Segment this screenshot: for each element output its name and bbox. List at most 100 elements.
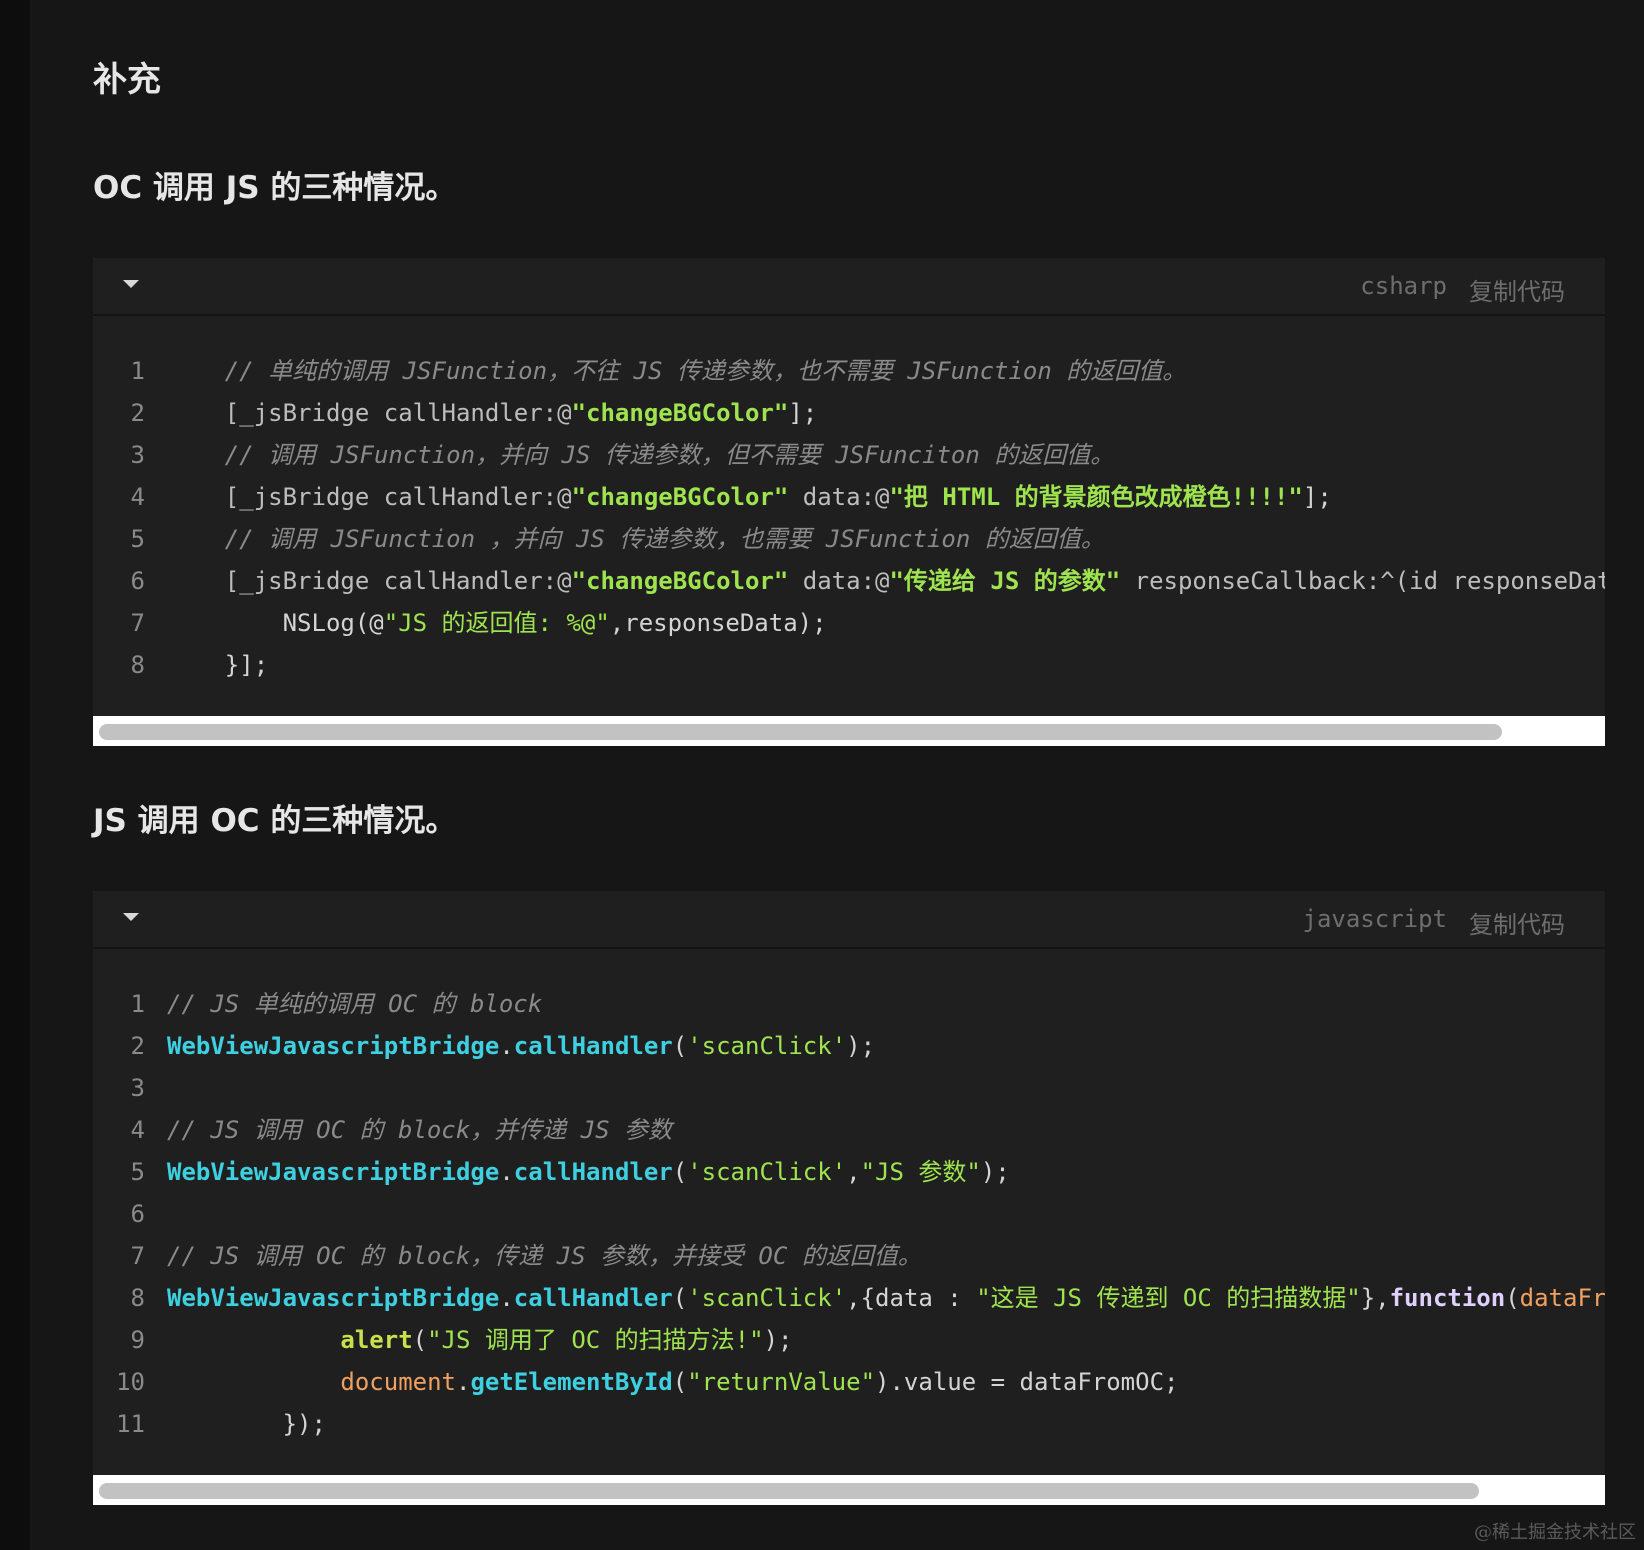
code-token: // 单纯的调用 JSFunction，不往 JS 传递参数，也不需要 JSFu… [167, 357, 1187, 385]
code-line: 2 WebViewJavascriptBridge.callHandler('sc… [93, 1025, 1605, 1067]
code-token: "returnValue" [687, 1368, 876, 1396]
code-token: WebViewJavascriptBridge [167, 1284, 500, 1312]
code-body: 1 // 单纯的调用 JSFunction，不往 JS 传递参数，也不需要 JS… [93, 316, 1605, 686]
line-number: 11 [116, 1410, 145, 1438]
code-token: "JS 参数" [860, 1158, 981, 1186]
code-token: . [455, 1368, 471, 1396]
code-text: WebViewJavascriptBridge.callHandler('sca… [167, 1277, 1605, 1319]
article-page: 补充 OC 调用 JS 的三种情况。 csharp 复制代码 1 // 单纯的调… [30, 0, 1644, 1550]
line-number: 2 [130, 1032, 145, 1060]
code-line: 3 [93, 1067, 1605, 1109]
code-token: alert [340, 1326, 413, 1354]
code-token: // JS 单纯的调用 OC 的 block [167, 990, 543, 1018]
block-heading-oc-js: OC 调用 JS 的三种情况。 [93, 170, 457, 206]
code-text: // JS 单纯的调用 OC 的 block [167, 983, 542, 1025]
line-number: 7 [130, 609, 145, 637]
copy-code-button[interactable]: 复制代码 [1469, 272, 1565, 307]
code-text: [_jsBridge callHandler:@"changeBGColor" … [167, 476, 1332, 518]
line-number: 5 [130, 1158, 145, 1186]
code-block-header: csharp 复制代码 [93, 258, 1605, 316]
code-language-label: javascript [1302, 905, 1448, 933]
code-token: dataFromOC [1519, 1284, 1605, 1312]
line-number: 9 [130, 1326, 145, 1354]
code-line: 1 // JS 单纯的调用 OC 的 block [93, 983, 1605, 1025]
code-token: }, [1360, 1284, 1390, 1312]
code-token: ,responseData); [609, 609, 827, 637]
code-token: [_jsBridge callHandler:@ [167, 399, 572, 427]
code-token: function [1389, 1284, 1506, 1312]
code-token: // 调用 JSFunction，并向 JS 传递参数，但不需要 JSFunci… [167, 441, 1115, 469]
code-line: 5 // 调用 JSFunction ，并向 JS 传递参数，也需要 JSFun… [93, 518, 1605, 560]
code-token: ( [412, 1326, 428, 1354]
code-token: // 调用 JSFunction ，并向 JS 传递参数，也需要 JSFunct… [167, 525, 1105, 553]
code-token: "JS 调用了 OC 的扫描方法!" [427, 1326, 764, 1354]
line-number: 8 [130, 651, 145, 679]
code-language-label: csharp [1360, 272, 1447, 300]
code-line: 9 alert("JS 调用了 OC 的扫描方法!"); [93, 1319, 1605, 1361]
code-text: }]; [167, 644, 268, 686]
code-text: NSLog(@"JS 的返回值: %@",responseData); [167, 602, 827, 644]
code-line: 7 NSLog(@"JS 的返回值: %@",responseData); [93, 602, 1605, 644]
code-token: data:@ [788, 483, 890, 511]
line-number: 5 [130, 525, 145, 553]
code-text: // 调用 JSFunction，并向 JS 传递参数，但不需要 JSFunci… [167, 434, 1114, 476]
code-line: 4 // JS 调用 OC 的 block，并传递 JS 参数 [93, 1109, 1605, 1151]
horizontal-scrollbar[interactable] [93, 1475, 1605, 1505]
code-block-javascript: javascript 复制代码 1 // JS 单纯的调用 OC 的 block 2… [93, 891, 1605, 1505]
code-token: ); [763, 1326, 793, 1354]
code-token: ( [672, 1368, 688, 1396]
collapse-triangle-icon[interactable] [123, 913, 139, 921]
code-text: // 单纯的调用 JSFunction，不往 JS 传递参数，也不需要 JSFu… [167, 350, 1186, 392]
code-token: . [499, 1158, 514, 1186]
code-text: // 调用 JSFunction ，并向 JS 传递参数，也需要 JSFunct… [167, 518, 1105, 560]
code-token: }]; [167, 651, 269, 679]
code-token: callHandler [513, 1032, 673, 1060]
code-line: 4 [_jsBridge callHandler:@"changeBGColor… [93, 476, 1605, 518]
code-body: 1 // JS 单纯的调用 OC 的 block 2 WebViewJavascrip… [93, 949, 1605, 1445]
code-token: ( [1505, 1284, 1520, 1312]
code-token: // JS 调用 OC 的 block，传递 JS 参数，并接受 OC 的返回值… [167, 1242, 922, 1270]
code-token: ,{data : [846, 1284, 977, 1312]
code-token: ); [846, 1032, 876, 1060]
code-text: // JS 调用 OC 的 block，传递 JS 参数，并接受 OC 的返回值… [167, 1235, 922, 1277]
code-token: WebViewJavascriptBridge [167, 1032, 500, 1060]
copy-code-button[interactable]: 复制代码 [1469, 905, 1565, 940]
code-line: 8 }]; [93, 644, 1605, 686]
code-line: 2 [_jsBridge callHandler:@"changeBGColor… [93, 392, 1605, 434]
code-text: [_jsBridge callHandler:@"changeBGColor"]… [167, 392, 817, 434]
code-token: ]; [788, 399, 818, 427]
code-token: , [846, 1158, 861, 1186]
line-number: 8 [130, 1284, 145, 1312]
line-number: 10 [116, 1368, 145, 1396]
code-token: ( [672, 1158, 688, 1186]
section-title: 补充 [93, 60, 161, 100]
line-number: 1 [130, 357, 145, 385]
code-token: "这是 JS 传递到 OC 的扫描数据" [976, 1284, 1361, 1312]
collapse-triangle-icon[interactable] [123, 280, 139, 288]
horizontal-scrollbar[interactable] [93, 716, 1605, 746]
block-heading-js-oc: JS 调用 OC 的三种情况。 [93, 803, 457, 839]
code-token: "changeBGColor" [571, 483, 789, 511]
code-text: document.getElementById("returnValue").v… [167, 1361, 1178, 1403]
code-line: 1 // 单纯的调用 JSFunction，不往 JS 传递参数，也不需要 JS… [93, 350, 1605, 392]
scrollbar-thumb[interactable] [99, 724, 1502, 740]
code-token: "changeBGColor" [571, 567, 789, 595]
code-token: }); [167, 1410, 326, 1438]
scrollbar-thumb[interactable] [99, 1483, 1479, 1499]
code-token: ); [980, 1158, 1010, 1186]
line-number: 6 [130, 567, 145, 595]
code-text: WebViewJavascriptBridge.callHandler('sca… [167, 1151, 1010, 1193]
code-token: "把 HTML 的背景颜色改成橙色!!!!" [889, 483, 1303, 511]
line-number: 3 [130, 1074, 145, 1102]
line-number: 4 [130, 1116, 145, 1144]
code-token: data:@ [788, 567, 890, 595]
code-token: ).value = dataFromOC; [875, 1368, 1179, 1396]
code-line: 8 WebViewJavascriptBridge.callHandler('sc… [93, 1277, 1605, 1319]
code-text: }); [167, 1403, 326, 1445]
code-text: alert("JS 调用了 OC 的扫描方法!"); [167, 1319, 793, 1361]
code-token: // JS 调用 OC 的 block，并传递 JS 参数 [167, 1116, 672, 1144]
line-number: 3 [130, 441, 145, 469]
code-line: 5 WebViewJavascriptBridge.callHandler('sc… [93, 1151, 1605, 1193]
